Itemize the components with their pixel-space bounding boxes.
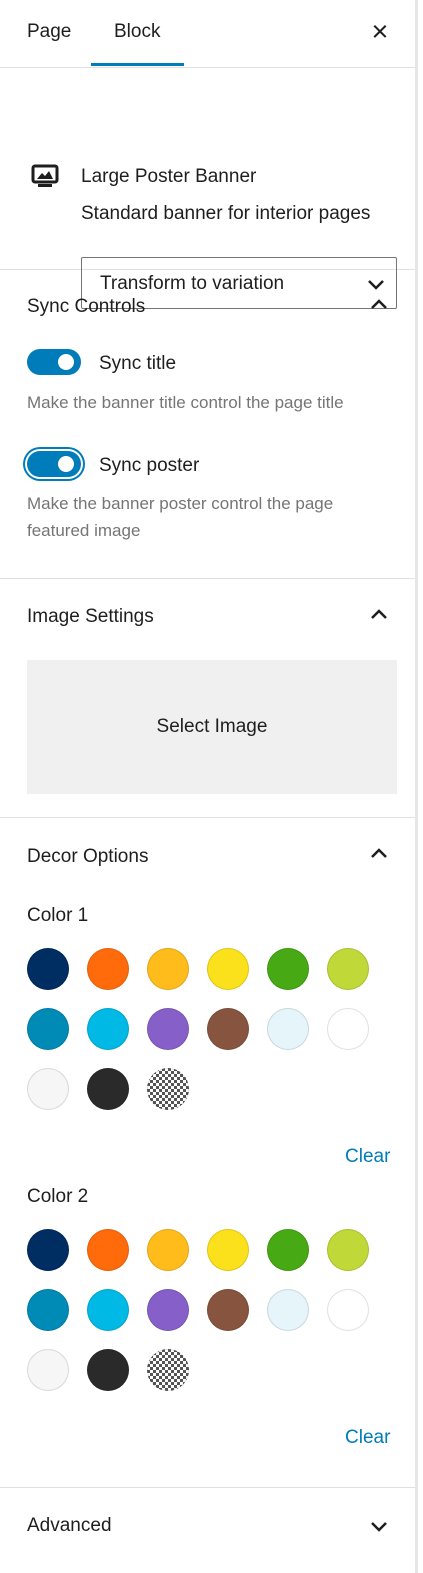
chevron-up-icon[interactable] — [368, 603, 390, 625]
color-2-clear-button[interactable]: Clear — [345, 1427, 390, 1449]
sync-title-help: Make the banner title control the page t… — [27, 393, 344, 412]
chevron-down-icon[interactable] — [368, 1515, 390, 1537]
color-swatch[interactable] — [267, 1008, 309, 1050]
advanced-heading[interactable]: Advanced — [27, 1515, 112, 1537]
sync-poster-label: Sync poster — [99, 455, 200, 476]
color-swatch[interactable] — [87, 1229, 129, 1271]
sync-controls-panel: Sync Controls Sync title Make the banner… — [0, 269, 415, 579]
color-swatch[interactable] — [147, 948, 189, 990]
color-swatch[interactable] — [327, 1229, 369, 1271]
block-title: Large Poster Banner — [81, 166, 257, 187]
color-swatch[interactable] — [27, 1289, 69, 1331]
color-swatch[interactable] — [207, 1229, 249, 1271]
block-settings-sidebar: Page Block × Large Poster Banner Standar… — [0, 0, 418, 1573]
color-swatch[interactable] — [27, 1068, 69, 1110]
color-swatch[interactable] — [27, 1008, 69, 1050]
color-swatch[interactable] — [87, 1008, 129, 1050]
image-settings-heading[interactable]: Image Settings — [27, 606, 154, 628]
sidebar-tabs: Page Block × — [0, 0, 415, 68]
color-1-label: Color 1 — [27, 905, 89, 926]
block-card: Large Poster Banner Standard banner for … — [0, 68, 415, 309]
chevron-up-icon[interactable] — [368, 293, 390, 315]
active-tab-indicator — [91, 63, 184, 66]
color-swatch[interactable] — [207, 1289, 249, 1331]
color-swatch[interactable] — [267, 948, 309, 990]
select-image-button[interactable]: Select Image — [27, 660, 397, 794]
select-image-label: Select Image — [156, 716, 268, 737]
block-description: Standard banner for interior pages — [81, 203, 371, 224]
color-swatch[interactable] — [327, 1289, 369, 1331]
color-swatch[interactable] — [27, 1229, 69, 1271]
color-1-clear-button[interactable]: Clear — [345, 1146, 390, 1168]
sync-title-label: Sync title — [99, 353, 177, 374]
close-icon[interactable]: × — [368, 17, 392, 47]
color-swatch[interactable] — [147, 1289, 189, 1331]
color-swatch[interactable] — [27, 1349, 69, 1391]
color-swatch[interactable] — [267, 1229, 309, 1271]
tab-page[interactable]: Page — [27, 21, 71, 43]
chevron-up-icon[interactable] — [368, 842, 390, 864]
color-swatch[interactable] — [147, 1068, 189, 1110]
color-swatch[interactable] — [87, 1349, 129, 1391]
color-swatch[interactable] — [147, 1349, 189, 1391]
color-swatch[interactable] — [327, 1008, 369, 1050]
sync-controls-heading[interactable]: Sync Controls — [27, 296, 145, 318]
color-2-label: Color 2 — [27, 1186, 89, 1207]
color-swatch[interactable] — [87, 1289, 129, 1331]
color-swatch[interactable] — [87, 948, 129, 990]
color-swatch[interactable] — [207, 1008, 249, 1050]
color-swatch[interactable] — [147, 1008, 189, 1050]
sync-poster-help: Make the banner poster control the page … — [27, 494, 334, 540]
color-swatch[interactable] — [87, 1068, 129, 1110]
poster-banner-icon — [31, 164, 59, 187]
color-swatch[interactable] — [267, 1289, 309, 1331]
color-swatch[interactable] — [207, 948, 249, 990]
advanced-panel: Advanced — [0, 1488, 415, 1573]
color-swatch[interactable] — [147, 1229, 189, 1271]
sync-poster-toggle[interactable] — [27, 451, 81, 477]
color-swatch[interactable] — [27, 948, 69, 990]
decor-options-heading[interactable]: Decor Options — [27, 846, 148, 868]
color-swatch[interactable] — [327, 948, 369, 990]
tab-block[interactable]: Block — [114, 21, 160, 43]
sync-title-toggle[interactable] — [27, 349, 81, 375]
